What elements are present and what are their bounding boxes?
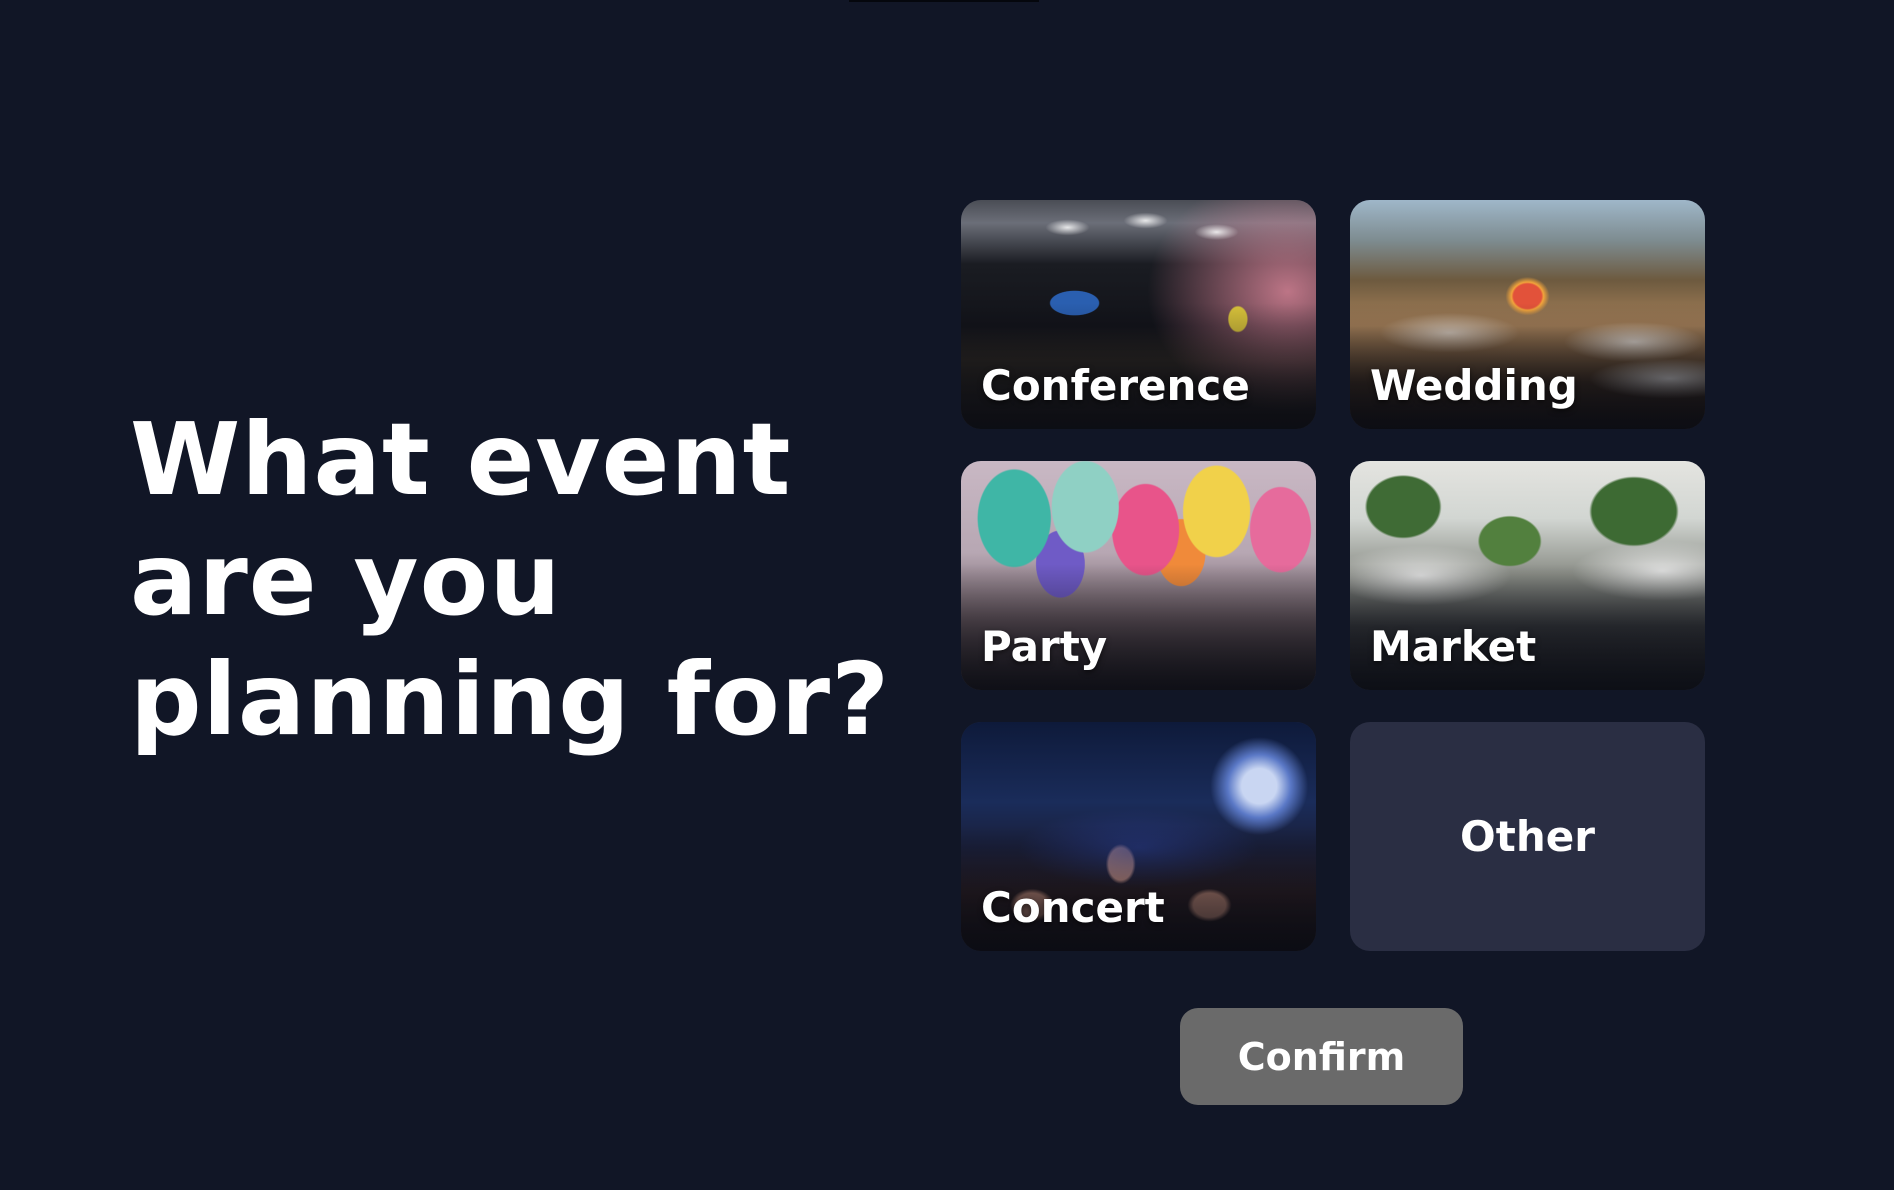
option-card-wedding[interactable]: Wedding	[1350, 200, 1705, 429]
option-label-wedding: Wedding	[1370, 361, 1578, 410]
option-label-conference: Conference	[981, 361, 1250, 410]
title-line-3: planning for?	[130, 641, 891, 758]
option-card-party[interactable]: Party	[961, 461, 1316, 690]
title-line-2: are you	[130, 521, 562, 638]
event-type-page: What event are you planning for? Confere…	[0, 0, 1894, 1190]
page-title: What event are you planning for?	[130, 400, 890, 760]
option-card-concert[interactable]: Concert	[961, 722, 1316, 951]
option-card-conference[interactable]: Conference	[961, 200, 1316, 429]
option-card-other[interactable]: Other	[1350, 722, 1705, 951]
title-line-1: What event	[130, 401, 792, 518]
top-edge-bar	[849, 0, 1039, 2]
option-label-party: Party	[981, 622, 1108, 671]
option-label-concert: Concert	[981, 883, 1165, 932]
option-label-market: Market	[1370, 622, 1537, 671]
option-label-other: Other	[1460, 812, 1595, 861]
event-options-grid: Conference Wedding Party Market Concert …	[961, 200, 1705, 951]
option-card-market[interactable]: Market	[1350, 461, 1705, 690]
confirm-button[interactable]: Confirm	[1180, 1008, 1463, 1105]
